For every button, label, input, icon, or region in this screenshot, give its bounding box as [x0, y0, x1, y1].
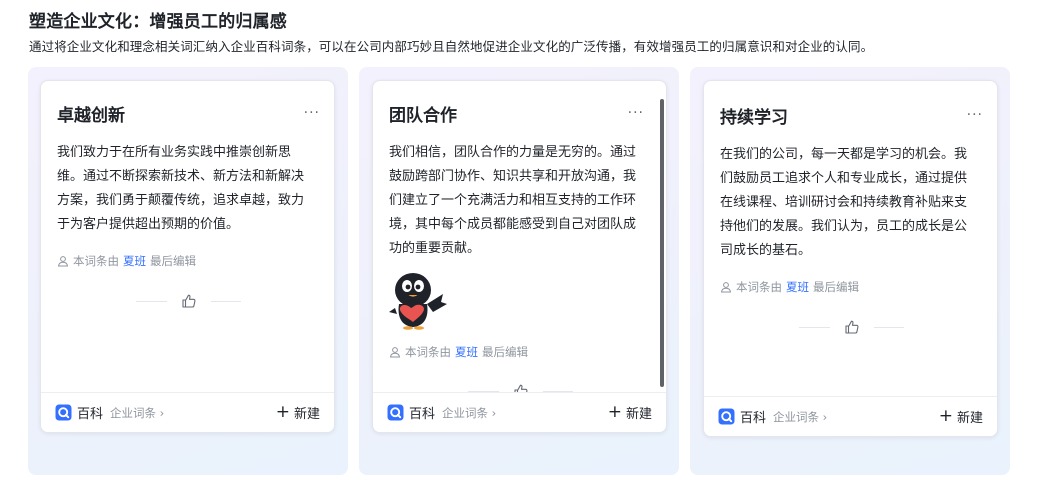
divider	[873, 326, 904, 328]
card-body: 我们致力于在所有业务实践中推崇创新思维。通过不断探索新技术、新方法和新解决方案，…	[57, 145, 305, 232]
plus-icon: +	[275, 402, 290, 422]
thumbs-up-icon[interactable]	[844, 319, 860, 335]
author-suffix: 最后编辑	[150, 254, 196, 268]
divider	[210, 300, 241, 302]
author-name-link[interactable]: 夏班	[455, 344, 478, 360]
card-header: 卓越创新 ···	[57, 101, 320, 126]
card-body: 在我们的公司，每一天都是学习的机会。我们鼓励员工追求个人和专业成长，通过提供在线…	[720, 147, 968, 258]
card-footer: 百科 企业词条 › + 新建	[41, 392, 334, 432]
plus-icon: +	[607, 402, 622, 422]
wiki-card-2: 团队合作 ··· 我们相信，团队合作的力量是无穷的。通过鼓励跨部门协作、知识共享…	[372, 80, 667, 433]
author-line: 本词条由 夏班 最后编辑	[389, 344, 528, 360]
brand-name: 百科	[77, 407, 104, 422]
plus-icon: +	[938, 406, 953, 426]
card-title: 持续学习	[720, 107, 788, 128]
like-row	[136, 293, 241, 309]
brand-sub: 企业词条 ›	[442, 405, 497, 420]
new-button[interactable]: + 新建	[275, 402, 320, 423]
new-label: 新建	[293, 407, 320, 422]
baike-logo-icon	[718, 408, 735, 425]
brand-sub: 企业词条 ›	[773, 409, 828, 424]
author-suffix: 最后编辑	[813, 280, 859, 294]
baike-logo-icon	[55, 404, 72, 421]
mascot-sticker	[389, 273, 447, 330]
card-header: 团队合作 ···	[389, 101, 652, 126]
brand-sub: 企业词条 ›	[110, 405, 165, 420]
wiki-card-1: 卓越创新 ··· 我们致力于在所有业务实践中推崇创新思维。通过不断探索新技术、新…	[40, 80, 335, 433]
card-header: 持续学习 ···	[720, 103, 983, 128]
user-icon	[389, 347, 401, 358]
card-panel-3: 持续学习 ··· 在我们的公司，每一天都是学习的机会。我们鼓励员工追求个人和专业…	[690, 67, 1010, 475]
new-button[interactable]: + 新建	[607, 402, 652, 423]
scrollbar[interactable]	[660, 99, 664, 387]
new-label: 新建	[956, 411, 983, 426]
baike-link[interactable]: 百科 企业词条 ›	[718, 407, 827, 426]
user-icon	[57, 256, 69, 267]
new-button[interactable]: + 新建	[938, 406, 983, 427]
thumbs-up-icon[interactable]	[181, 293, 197, 309]
author-line: 本词条由 夏班 最后编辑	[57, 253, 196, 269]
card-footer: 百科 企业词条 › + 新建	[704, 396, 997, 436]
more-icon[interactable]: ···	[967, 107, 983, 123]
divider	[799, 326, 830, 328]
author-line: 本词条由 夏班 最后编辑	[720, 279, 859, 295]
more-icon[interactable]: ···	[628, 105, 644, 121]
baike-link[interactable]: 百科 企业词条 ›	[387, 403, 496, 422]
brand-name: 百科	[409, 407, 436, 422]
brand-name: 百科	[740, 411, 767, 426]
baike-logo-icon	[387, 404, 404, 421]
author-suffix: 最后编辑	[482, 345, 528, 359]
author-name-link[interactable]: 夏班	[123, 253, 146, 269]
wiki-card-3: 持续学习 ··· 在我们的公司，每一天都是学习的机会。我们鼓励员工追求个人和专业…	[703, 80, 998, 437]
card-title: 卓越创新	[57, 105, 125, 126]
baike-link[interactable]: 百科 企业词条 ›	[55, 403, 164, 422]
card-panel-2: 团队合作 ··· 我们相信，团队合作的力量是无穷的。通过鼓励跨部门协作、知识共享…	[359, 67, 679, 475]
more-icon[interactable]: ···	[304, 105, 320, 121]
author-prefix: 本词条由	[405, 345, 451, 359]
page-subtitle: 通过将企业文化和理念相关词汇纳入企业百科词条，可以在公司内部巧妙且自然地促进企业…	[29, 39, 874, 54]
user-icon	[720, 282, 732, 293]
card-panel-1: 卓越创新 ··· 我们致力于在所有业务实践中推崇创新思维。通过不断探索新技术、新…	[28, 67, 348, 475]
page-title: 塑造企业文化：增强员工的归属感	[29, 12, 287, 32]
author-name-link[interactable]: 夏班	[786, 279, 809, 295]
author-prefix: 本词条由	[736, 280, 782, 294]
divider	[136, 300, 167, 302]
author-prefix: 本词条由	[73, 254, 119, 268]
like-row	[799, 319, 904, 335]
new-label: 新建	[625, 407, 652, 422]
card-footer: 百科 企业词条 › + 新建	[373, 392, 666, 432]
card-title: 团队合作	[389, 105, 457, 126]
card-body: 我们相信，团队合作的力量是无穷的。通过鼓励跨部门协作、知识共享和开放沟通，我们建…	[389, 145, 637, 256]
